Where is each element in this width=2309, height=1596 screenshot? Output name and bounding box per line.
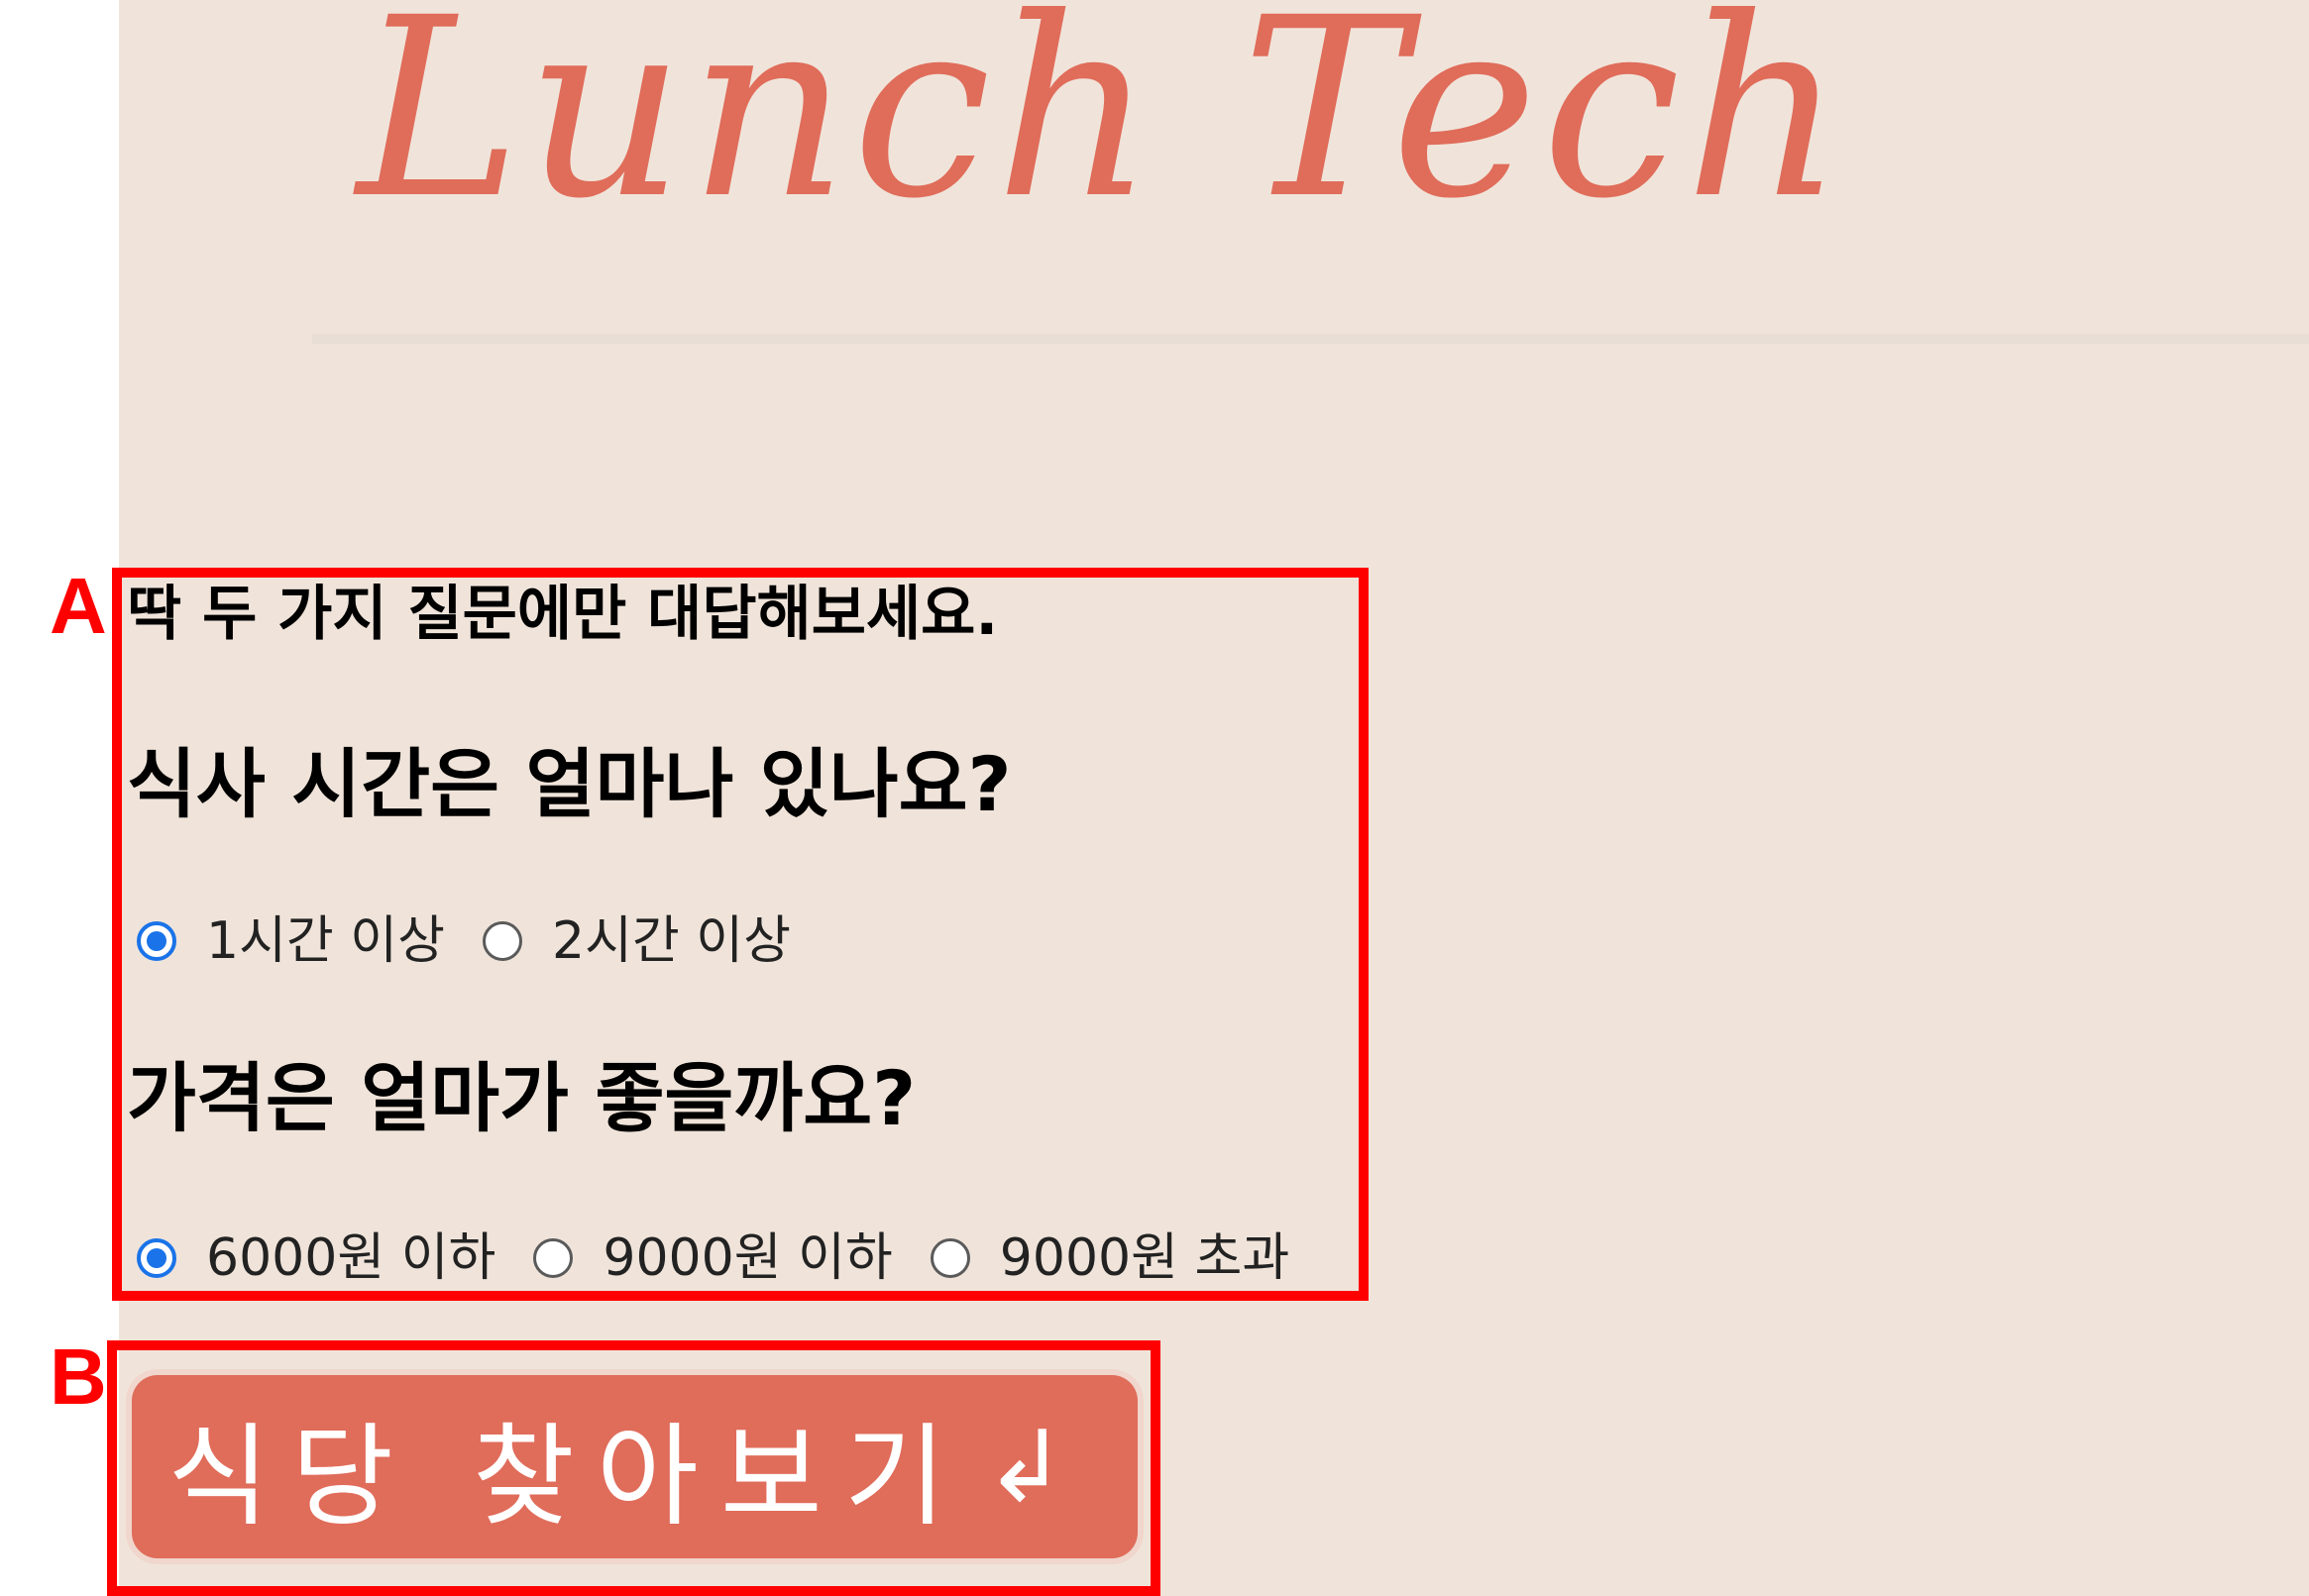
annotation-label-a: A xyxy=(50,562,107,650)
meal-time-options: 1시간 이상 2시간 이상 xyxy=(137,911,828,971)
enter-icon: ↲ xyxy=(983,1409,1067,1525)
find-restaurant-button-label: 식당 찾아보기 xyxy=(167,1412,968,1542)
option-label: 1시간 이상 xyxy=(206,911,445,971)
radio-6000-or-less[interactable] xyxy=(137,1238,176,1278)
option-6000-or-less[interactable]: 6000원 이하 xyxy=(137,1228,495,1288)
find-restaurant-button[interactable]: 식당 찾아보기 ↲ xyxy=(132,1375,1138,1558)
question-price: 가격은 얼마가 좋을까요? xyxy=(127,1054,917,1142)
intro-text: 딱 두 가지 질문에만 대답해보세요. xyxy=(127,580,999,649)
radio-2-hours[interactable] xyxy=(482,921,522,961)
title-divider xyxy=(312,334,2309,344)
option-label: 9000원 초과 xyxy=(999,1228,1290,1288)
radio-9000-or-less[interactable] xyxy=(533,1238,574,1278)
site-title: Lunch Tech xyxy=(357,0,1848,253)
option-9000-or-less[interactable]: 9000원 이하 xyxy=(533,1228,893,1288)
option-over-9000[interactable]: 9000원 초과 xyxy=(930,1228,1290,1288)
option-label: 9000원 이하 xyxy=(603,1228,893,1288)
radio-1-hour[interactable] xyxy=(137,921,176,961)
option-label: 6000원 이하 xyxy=(206,1228,496,1288)
option-1-hour[interactable]: 1시간 이상 xyxy=(137,911,445,971)
price-options: 6000원 이하 9000원 이하 9000원 초과 xyxy=(137,1228,1327,1288)
option-2-hours[interactable]: 2시간 이상 xyxy=(482,911,791,971)
option-label: 2시간 이상 xyxy=(551,911,791,971)
annotation-label-b: B xyxy=(50,1332,107,1421)
radio-over-9000[interactable] xyxy=(930,1238,970,1278)
question-meal-time: 식사 시간은 얼마나 있나요? xyxy=(127,740,1012,828)
